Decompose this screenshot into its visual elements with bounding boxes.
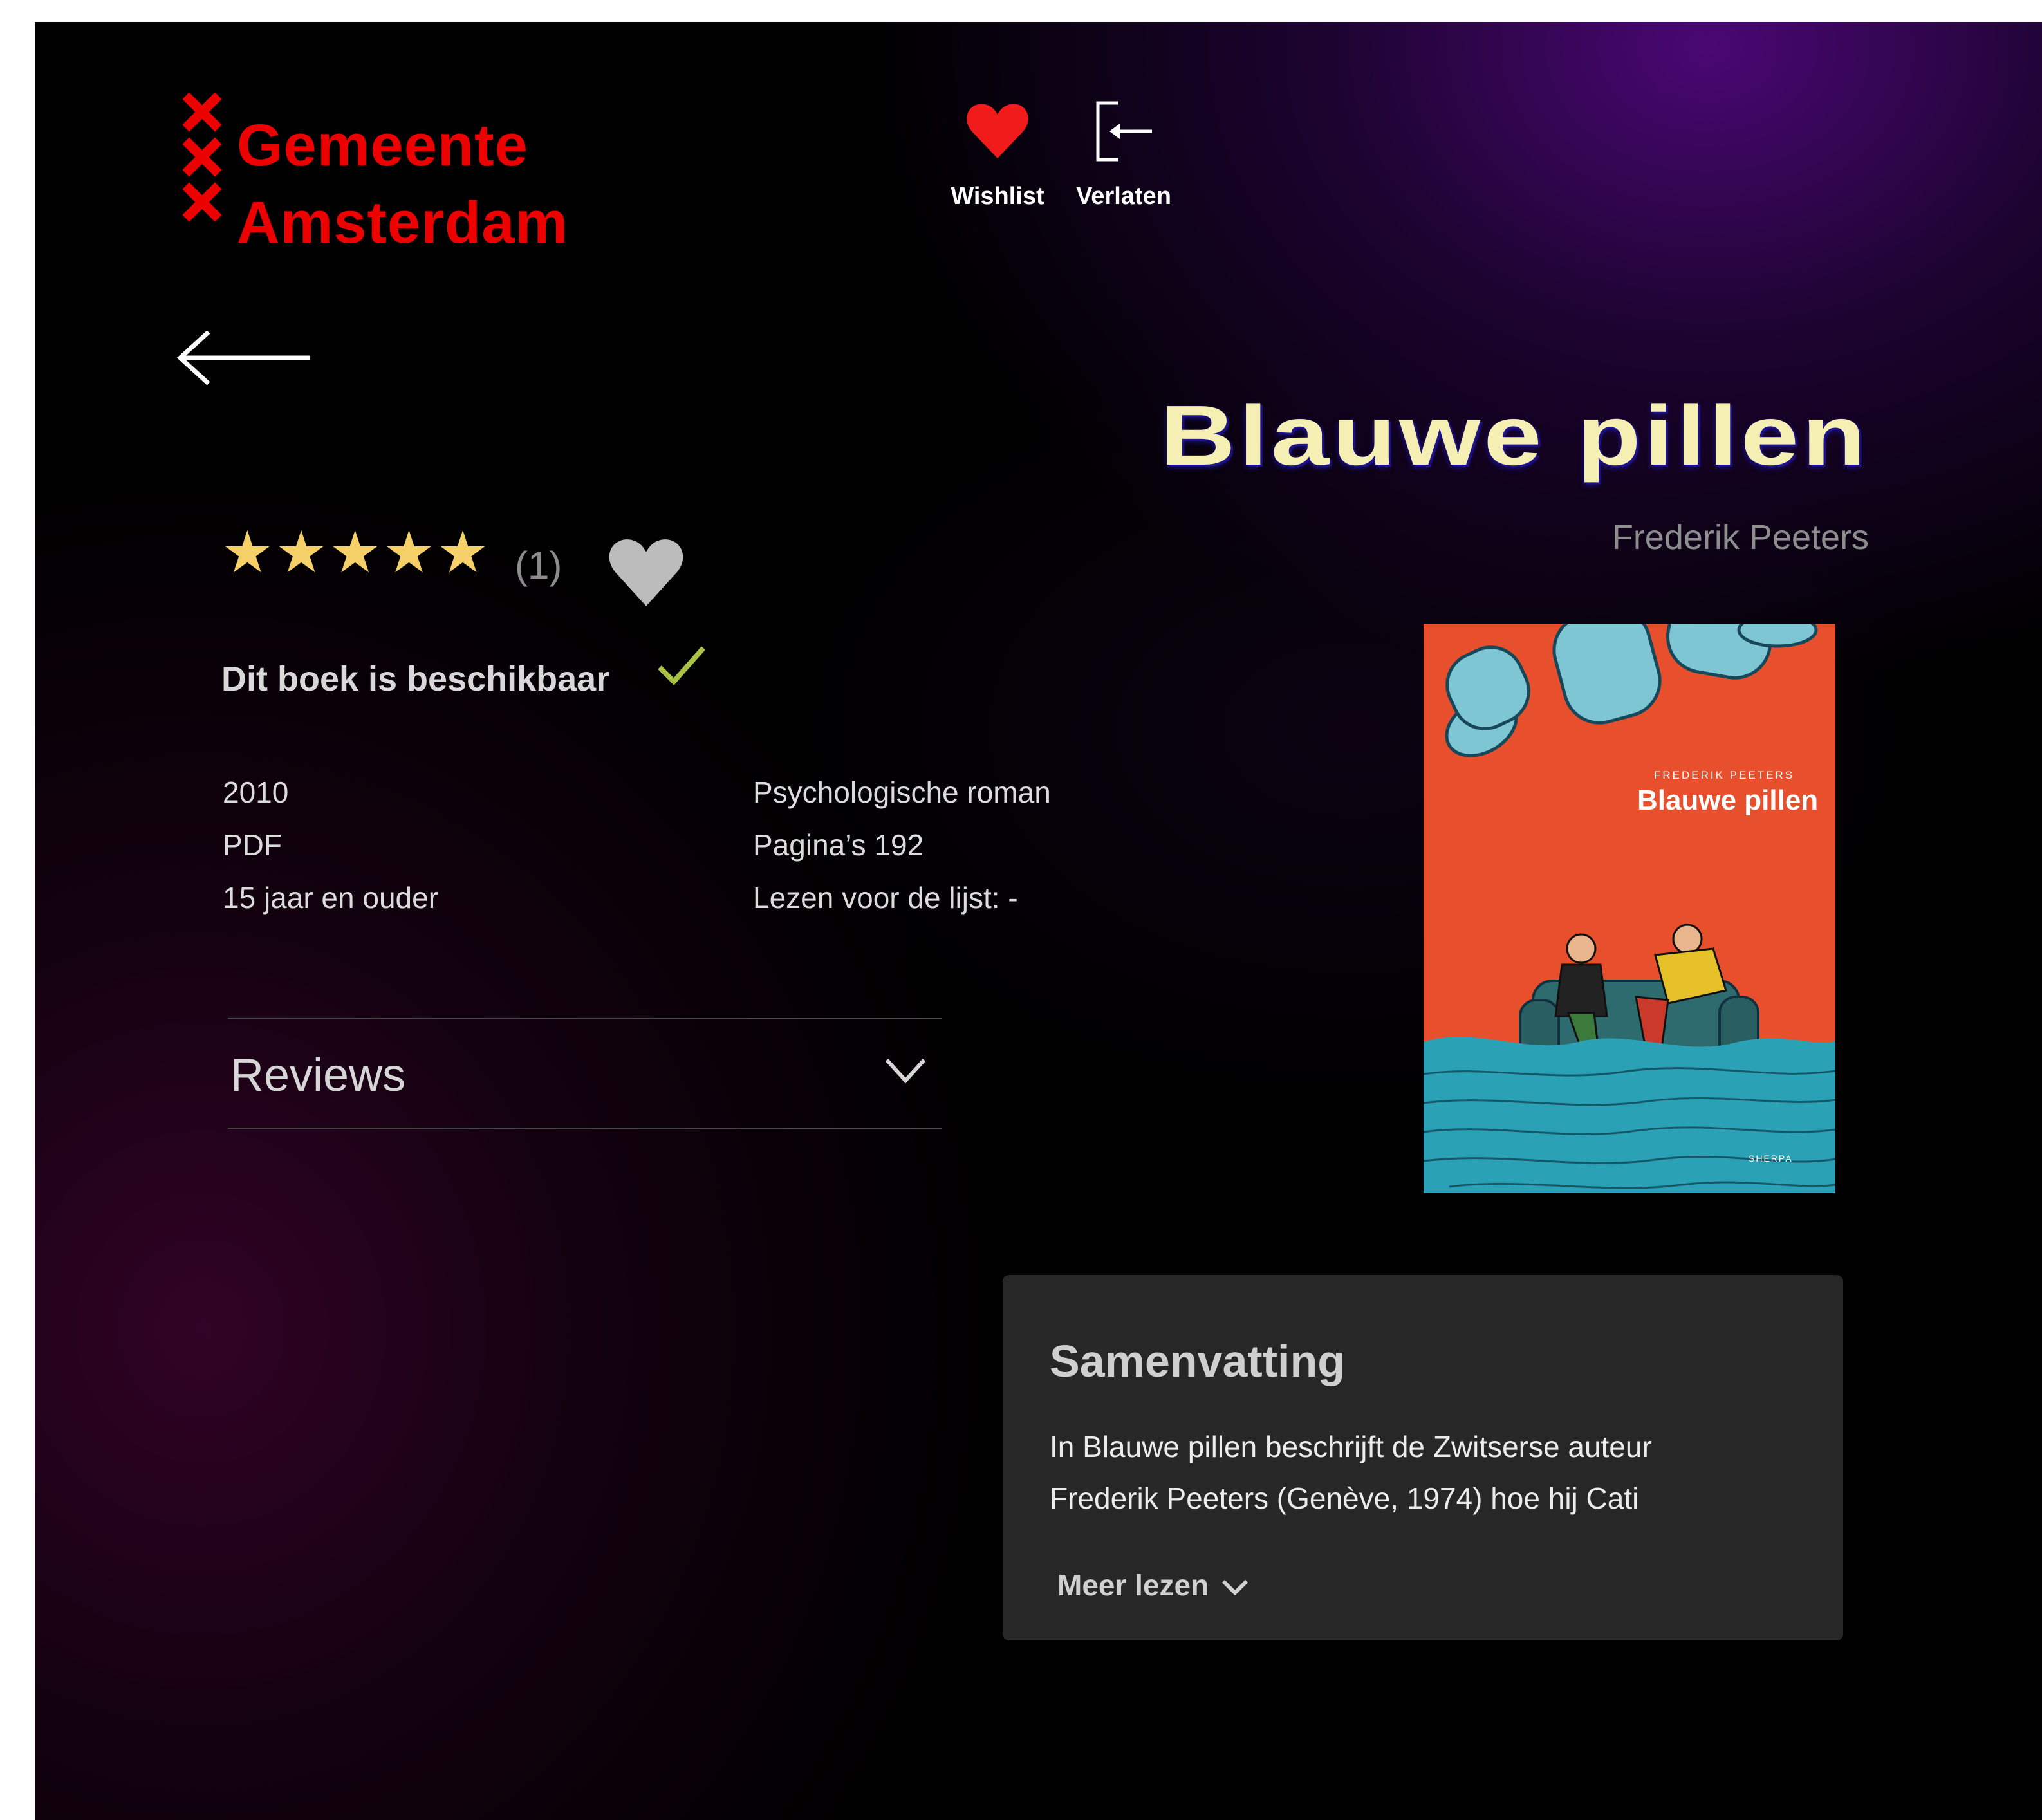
- cover-publisher: SHERPA: [1749, 1153, 1793, 1164]
- cover-title: Blauwe pillen: [1637, 785, 1819, 816]
- chevron-down-icon: [1222, 1579, 1248, 1596]
- read-more-button[interactable]: Meer lezen: [1057, 1568, 1250, 1602]
- andreas-crosses-icon: [183, 93, 222, 222]
- availability-text: Dit boek is beschikbaar: [221, 660, 610, 698]
- exit-icon: [1096, 101, 1152, 162]
- summary-line: Frederik Peeters (Genève, 1974) hoe hij …: [1050, 1481, 1639, 1515]
- back-button[interactable]: [170, 324, 318, 402]
- read-more-label: Meer lezen: [1057, 1568, 1209, 1602]
- book-detail-page: Gemeente Amsterdam Wishlist Verlaten Bla…: [35, 22, 2042, 1820]
- rating-count: (1): [515, 544, 562, 587]
- star-icon: ★: [383, 519, 435, 586]
- heart-icon: [967, 104, 1028, 158]
- star-icon: ★: [329, 519, 382, 586]
- book-title: Blauwe pillen: [1160, 388, 1869, 483]
- arrow-left-icon: [176, 330, 310, 385]
- divider: [228, 1128, 942, 1129]
- nav-wishlist-label: Wishlist: [951, 183, 1044, 210]
- page-count: Pagina’s 192: [753, 828, 924, 862]
- book-author: Frederik Peeters: [1611, 518, 1869, 557]
- genre: Psychologische roman: [753, 775, 1051, 809]
- book-format: PDF: [223, 828, 282, 862]
- star-icon: ★: [436, 519, 489, 586]
- gemeente-amsterdam-logo[interactable]: Gemeente Amsterdam: [183, 93, 601, 254]
- add-to-wishlist-button[interactable]: [608, 534, 685, 614]
- check-icon: [656, 643, 707, 691]
- logo-line-2: Amsterdam: [237, 190, 569, 255]
- nav-wishlist-button[interactable]: Wishlist: [933, 99, 1062, 247]
- reading-list-status: Lezen voor de lijst: -: [753, 881, 1018, 915]
- heart-outline-icon: [609, 539, 683, 606]
- cover-author: FREDERIK PEETERS: [1654, 769, 1795, 781]
- nav-leave-label: Verlaten: [1076, 183, 1171, 210]
- nav-leave-button[interactable]: Verlaten: [1059, 99, 1188, 247]
- publication-year: 2010: [223, 775, 289, 809]
- reviews-label: Reviews: [230, 1050, 406, 1101]
- star-icon: ★: [275, 519, 328, 586]
- summary-line: In Blauwe pillen beschrijft de Zwitserse…: [1050, 1430, 1652, 1463]
- summary-title: Samenvatting: [1050, 1336, 1345, 1386]
- book-cover-image: FREDERIK PEETERS Blauwe pillen SHERPA: [1424, 624, 1835, 1193]
- chevron-down-icon: [883, 1055, 928, 1090]
- rating-stars: ★★★★★: [221, 524, 490, 588]
- logo-line-1: Gemeente: [237, 113, 528, 178]
- star-icon: ★: [221, 519, 274, 586]
- summary-card: Samenvatting In Blauwe pillen beschrijft…: [1003, 1275, 1843, 1640]
- age-category: 15 jaar en ouder: [223, 881, 439, 915]
